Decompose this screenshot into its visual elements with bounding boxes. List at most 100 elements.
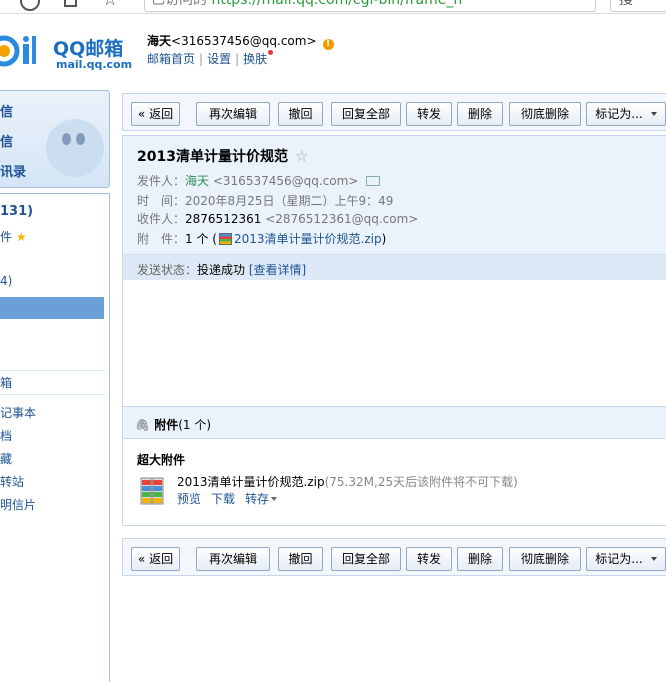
star-icon: ★ (15, 230, 27, 244)
status-label: 发送状态： (137, 263, 198, 277)
sidebar-divider (0, 370, 104, 371)
sender-email: <316537456@qq.com> (212, 174, 359, 188)
time-label: 时 间： (137, 194, 186, 208)
chevron-down-icon (271, 497, 278, 501)
mail-home-link[interactable]: 邮箱首页 (147, 52, 195, 66)
save-to-label: 转存 (245, 492, 270, 506)
user-info: 海天<316537456@qq.com>! (147, 32, 334, 50)
sidebar-folder-inbox[interactable]: 131) (0, 204, 33, 219)
download-link[interactable]: 下载 (211, 492, 235, 506)
delete-permanently-button[interactable]: 彻底删除 (509, 102, 581, 126)
subject-text: 2013清单计量计价规范 (137, 149, 288, 165)
sidebar-item-write[interactable]: 信 (0, 101, 13, 120)
window-icon[interactable] (64, 0, 77, 7)
delete-button[interactable]: 删除 (457, 102, 503, 126)
sidebar-app-favorites[interactable]: 藏 (0, 450, 12, 467)
folder-label: 4) (0, 274, 13, 288)
delete-permanently-button[interactable]: 彻底删除 (509, 547, 581, 571)
bookmark-star-icon[interactable]: ☆ (102, 0, 118, 9)
top-toolbar: « 返回 再次编辑 撤回 回复全部 转发 删除 彻底删除 标记为... (122, 93, 666, 131)
sender-name[interactable]: 海天 (185, 174, 209, 188)
recipient-name[interactable]: 2876512361 (185, 212, 261, 226)
sidebar-quick-panel: 信 信 讯录 (0, 90, 110, 188)
status-value: 投递成功 (197, 263, 246, 277)
search-box-text: 搜 (619, 0, 633, 8)
forward-button[interactable]: 转发 (406, 102, 452, 126)
mark-as-dropdown[interactable]: 标记为... (586, 547, 666, 571)
file-name-text[interactable]: 2013清单计量计价规范.zip (177, 475, 325, 489)
delete-button[interactable]: 删除 (457, 547, 503, 571)
sidebar-folder-drafts[interactable]: 4) (0, 274, 12, 288)
address-bar[interactable]: 已访问的 https://mail.qq.com/cgi-bin/frame_h (144, 0, 596, 12)
contact-card-icon[interactable] (366, 176, 381, 186)
save-to-dropdown[interactable]: 转存 (245, 492, 278, 506)
mark-as-label: 标记为... (595, 107, 643, 121)
attachment-label: 附 件： (137, 232, 186, 246)
back-button[interactable]: « 返回 (131, 547, 180, 571)
time-value: 2020年8月25日（星期二）上午9：49 (185, 194, 394, 208)
sidebar-app-postcards[interactable]: 明信片 (0, 496, 36, 513)
folder-label: 131) (0, 204, 34, 219)
reply-all-button[interactable]: 回复全部 (331, 547, 401, 571)
reload-icon[interactable] (20, 0, 40, 11)
recall-button[interactable]: 撤回 (278, 547, 323, 571)
mail-header-panel: 2013清单计量计价规范 ☆ 发件人：海天 <316537456@qq.com>… (122, 135, 666, 281)
attachment-link[interactable]: 2013清单计量计价规范.zip (234, 232, 382, 246)
sidebar-app-filetransfer[interactable]: 转站 (0, 473, 24, 490)
sidebar-folder-list: 131) 件 ★ 4) 箱 记事本 档 藏 转站 明信片 (0, 193, 110, 682)
warning-icon[interactable]: ! (322, 39, 334, 50)
qq-mail-logo-icon[interactable] (0, 34, 36, 68)
sidebar-folder-sent[interactable] (0, 297, 104, 319)
mark-as-label: 标记为... (595, 552, 643, 566)
sidebar-item-inbox[interactable]: 信 (0, 131, 13, 150)
forward-button[interactable]: 转发 (406, 547, 452, 571)
attachment-actions: 预览 下载 转存 (177, 490, 278, 507)
re-edit-button[interactable]: 再次编辑 (196, 547, 270, 571)
send-status-bar: 发送状态：投递成功 [查看详情] (123, 254, 666, 281)
sidebar-item-contacts[interactable]: 讯录 (0, 161, 26, 180)
mail-subject: 2013清单计量计价规范 ☆ (137, 146, 308, 166)
attachment-panel: 🖇 附件(1 个) 超大附件 2013清单计量计价规范.zip(75.32M,25… (122, 406, 666, 526)
link-separator: | (199, 52, 204, 66)
change-skin-link[interactable]: 换肤 (243, 52, 267, 66)
time-row: 时 间：2020年8月25日（星期二）上午9：49 (137, 192, 393, 209)
chevron-down-icon (650, 112, 657, 116)
sidebar-divider (0, 394, 104, 395)
logo-subtitle: mail.qq.com (56, 58, 133, 71)
star-icon[interactable]: ☆ (295, 147, 308, 165)
reply-all-button[interactable]: 回复全部 (331, 102, 401, 126)
browser-chrome: ☆ 已访问的 https://mail.qq.com/cgi-bin/frame… (0, 0, 666, 14)
bottom-toolbar: « 返回 再次编辑 撤回 回复全部 转发 删除 彻底删除 标记为... (122, 538, 666, 576)
mark-as-dropdown[interactable]: 标记为... (586, 102, 666, 126)
penguin-watermark-icon (46, 119, 104, 177)
sidebar-app-notes[interactable]: 记事本 (0, 404, 36, 421)
mail-body (122, 280, 666, 406)
user-links: 邮箱首页 | 设置 | 换肤 (147, 50, 274, 67)
attachment-panel-header: 🖇 附件(1 个) (123, 407, 666, 439)
mail-read-view: « 返回 再次编辑 撤回 回复全部 转发 删除 彻底删除 标记为... 2013… (122, 90, 666, 682)
zip-file-icon (218, 233, 232, 245)
re-edit-button[interactable]: 再次编辑 (196, 102, 270, 126)
attachment-panel-count: (1 个) (178, 418, 212, 432)
back-button[interactable]: « 返回 (131, 102, 180, 126)
sender-label: 发件人： (137, 174, 186, 188)
recall-button[interactable]: 撤回 (278, 102, 323, 126)
attachment-count: 1 个 ( (185, 232, 217, 246)
preview-link[interactable]: 预览 (177, 492, 201, 506)
folder-label: 件 (0, 230, 13, 244)
address-prefix: 已访问的 (151, 0, 207, 8)
browser-search-box[interactable]: 搜 (610, 0, 666, 12)
attachment-row: 附 件：1 个 (2013清单计量计价规范.zip) (137, 230, 386, 247)
address-url: https://mail.qq.com/cgi-bin/frame_h (211, 0, 463, 8)
sidebar-app-docs[interactable]: 档 (0, 427, 12, 444)
mail-header: QQ邮箱 mail.qq.com 海天<316537456@qq.com>! 邮… (0, 14, 666, 90)
sidebar-folder-starred[interactable]: 件 ★ (0, 228, 27, 245)
sidebar: 信 信 讯录 131) 件 ★ 4) 箱 记事本 档 藏 转站 明信片 (0, 90, 110, 682)
sidebar-folder-other[interactable]: 箱 (0, 374, 12, 391)
settings-link[interactable]: 设置 (207, 52, 231, 66)
attachment-panel-title: 附件 (154, 418, 179, 432)
logo-title: QQ邮箱 (53, 38, 124, 60)
file-expiry-note: (75.32M,25天后该附件将不可下载) (324, 475, 518, 489)
sender-row: 发件人：海天 <316537456@qq.com> (137, 172, 381, 189)
view-details-link[interactable]: [查看详情] (249, 263, 306, 277)
